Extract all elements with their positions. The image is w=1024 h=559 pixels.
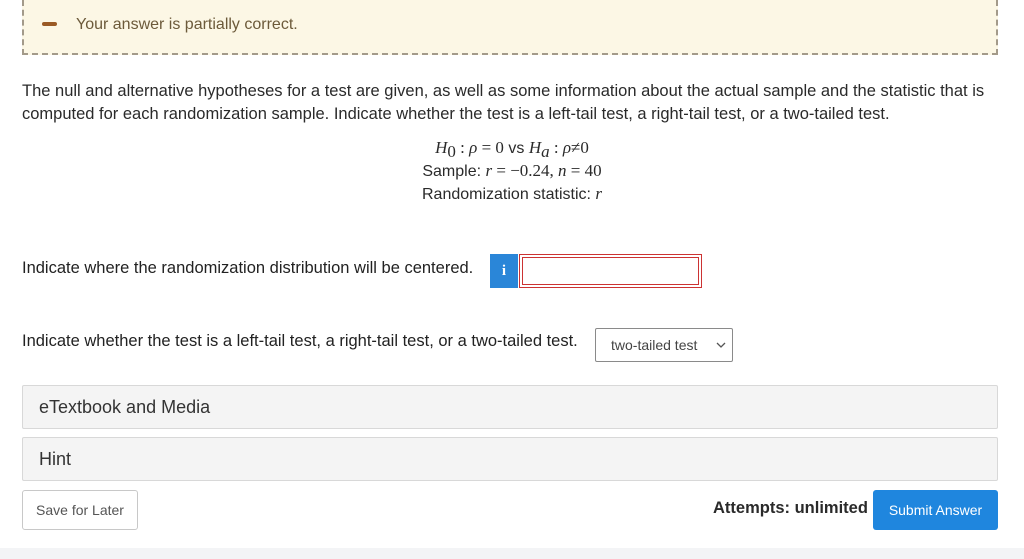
save-for-later-button[interactable]: Save for Later — [22, 490, 138, 530]
randomization-line: Randomization statistic: r — [421, 184, 603, 203]
sample-line: Sample: r = −0.24, n = 40 — [422, 161, 602, 180]
center-prompt: Indicate where the randomization distrib… — [22, 259, 474, 277]
feedback-banner: Your answer is partially correct. — [22, 0, 998, 55]
center-answer-value — [522, 257, 699, 285]
question-intro: The null and alternative hypotheses for … — [22, 82, 985, 123]
question-page: Your answer is partially correct. The nu… — [0, 0, 1024, 548]
tail-prompt: Indicate whether the test is a left-tail… — [22, 332, 578, 350]
etextbook-panel[interactable]: eTextbook and Media — [22, 385, 998, 429]
info-icon[interactable]: i — [490, 254, 518, 288]
feedback-message: Your answer is partially correct. — [76, 16, 298, 33]
submit-answer-button[interactable]: Submit Answer — [873, 490, 998, 530]
attempts-label: Attempts: unlimited — [713, 499, 868, 517]
chevron-down-icon — [716, 342, 726, 348]
partial-correct-icon — [42, 22, 57, 26]
hint-panel[interactable]: Hint — [22, 437, 998, 481]
tail-type-select[interactable]: two-tailed test — [595, 328, 733, 362]
tail-type-selected: two-tailed test — [611, 337, 698, 353]
hypotheses-line: H0 : ρ = 0 vs Ha : ρ≠0 — [435, 138, 589, 162]
center-answer-input[interactable] — [519, 254, 702, 288]
